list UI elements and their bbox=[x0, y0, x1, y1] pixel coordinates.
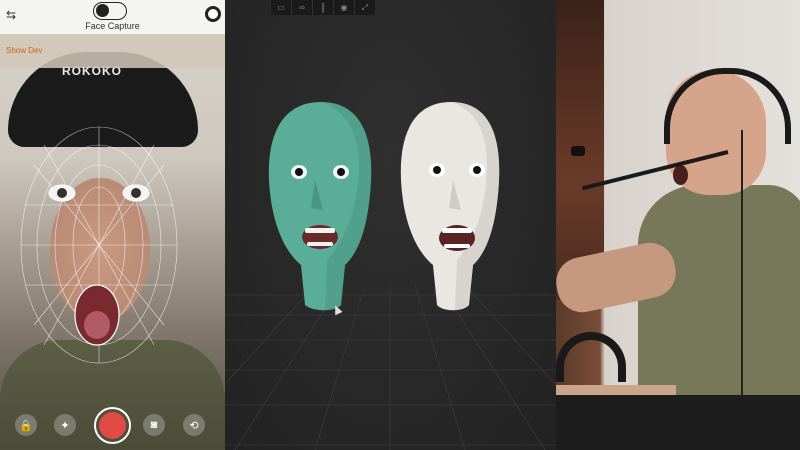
green-avatar-head bbox=[268, 102, 372, 311]
desk-surface bbox=[556, 385, 676, 395]
eye-icon[interactable]: ◉ bbox=[334, 0, 355, 15]
sliders-icon[interactable]: ⇆ bbox=[6, 8, 16, 22]
record-button[interactable] bbox=[94, 407, 131, 444]
head-rig-camera-icon bbox=[571, 146, 585, 156]
desk bbox=[556, 395, 800, 450]
switch-camera-icon[interactable]: ⟲ bbox=[183, 414, 205, 436]
live-actor-video bbox=[556, 0, 800, 450]
composite-screen: ROKOKO ⇆ Face Capture Show Dev 🔒 ✦ ◙ ⟲ ▭… bbox=[0, 0, 800, 450]
expand-icon[interactable]: ⤢ bbox=[355, 0, 375, 15]
dev-banner: Show Dev bbox=[0, 34, 225, 68]
face-tracking-mesh bbox=[20, 126, 178, 364]
actor-mouth bbox=[673, 165, 688, 185]
headphones-icon bbox=[556, 332, 626, 382]
monitor-icon[interactable]: ▭ bbox=[271, 0, 292, 15]
app-top-bar: ⇆ Face Capture bbox=[0, 0, 225, 34]
app-title: Face Capture bbox=[85, 21, 140, 31]
lock-icon[interactable]: 🔒 bbox=[15, 414, 37, 436]
record-indicator-icon[interactable] bbox=[205, 6, 221, 22]
show-dev-button[interactable]: Show Dev bbox=[6, 46, 42, 55]
link-icon[interactable]: ∞ bbox=[292, 0, 313, 15]
columns-icon[interactable]: ║ bbox=[313, 0, 334, 15]
face-capture-app: ROKOKO ⇆ Face Capture Show Dev 🔒 ✦ ◙ ⟲ bbox=[0, 0, 225, 450]
3d-viewport[interactable]: ▭ ∞ ║ ◉ ⤢ bbox=[225, 0, 556, 450]
rig-cable bbox=[741, 130, 749, 420]
viewport-toolbar: ▭ ∞ ║ ◉ ⤢ bbox=[271, 0, 375, 15]
white-avatar-head bbox=[400, 102, 500, 311]
face-toggle-icon[interactable] bbox=[93, 2, 127, 20]
record-button-icon bbox=[99, 412, 126, 439]
camera-icon[interactable]: ◙ bbox=[143, 414, 165, 436]
actor-shirt bbox=[638, 185, 800, 415]
body-icon[interactable]: ✦ bbox=[54, 414, 76, 436]
